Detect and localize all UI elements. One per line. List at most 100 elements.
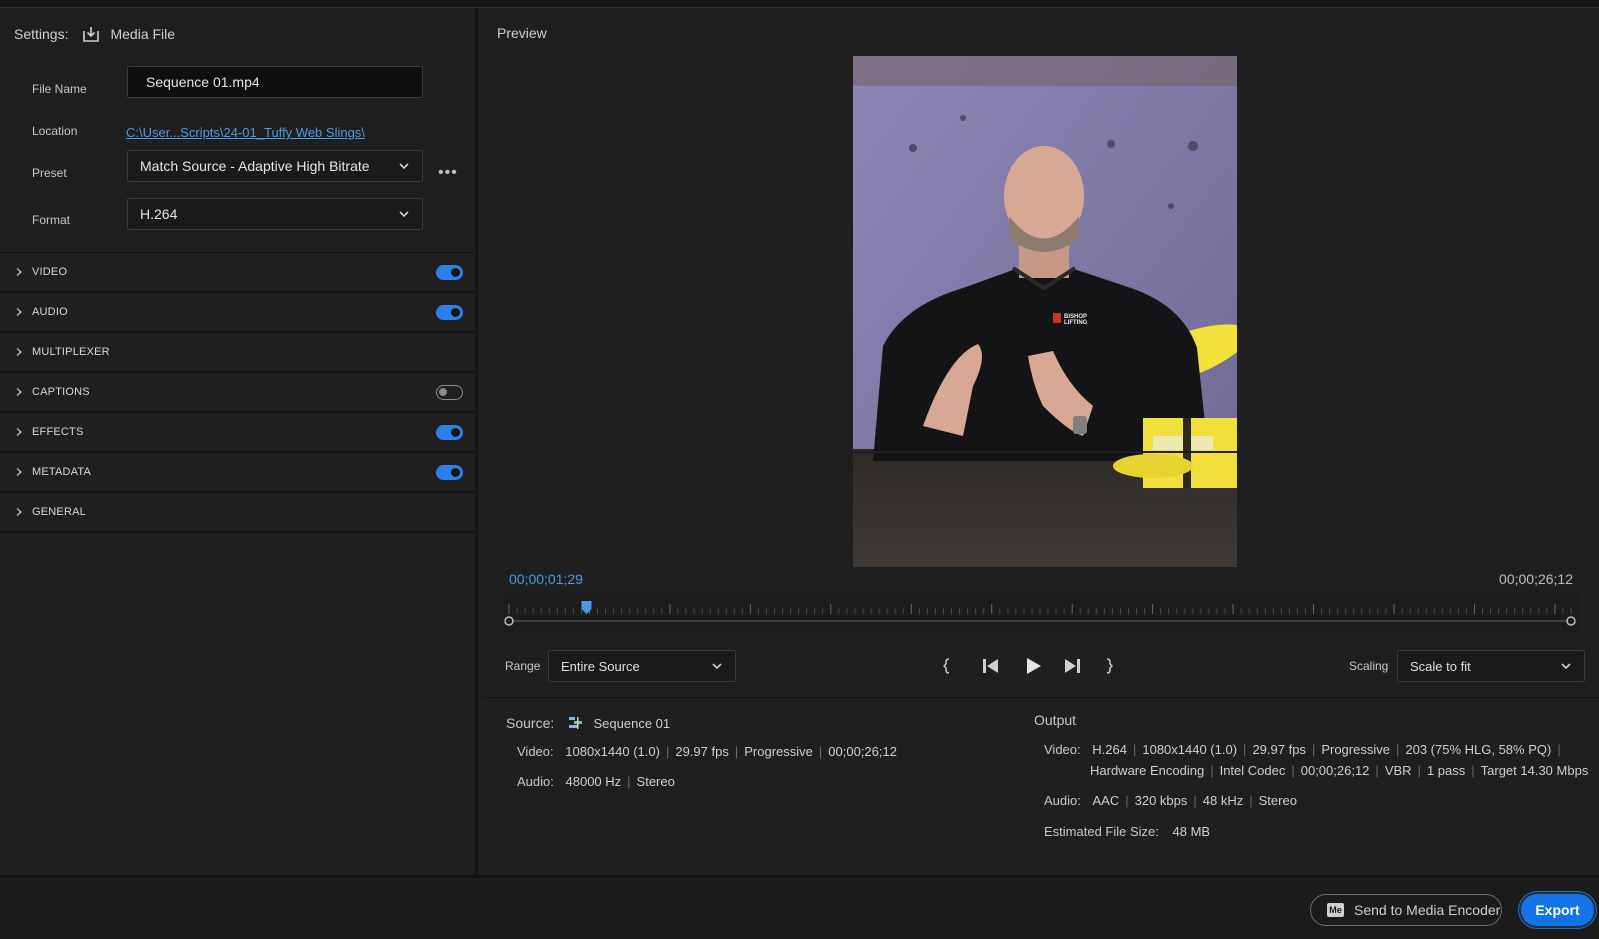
file-name-input[interactable]: Sequence 01.mp4: [127, 66, 423, 98]
transport-controls: [943, 654, 1143, 678]
footer-bar: Me Send to Media Encoder Export: [0, 875, 1599, 939]
section-audio-label: AUDIO: [32, 306, 68, 318]
source-video-duration: 00;00;26;12: [828, 744, 897, 759]
source-audio-channels: Stereo: [636, 774, 675, 789]
preset-value: Match Source - Adaptive High Bitrate: [140, 158, 370, 174]
preset-label: Preset: [32, 166, 67, 180]
output-video-label: Video:: [1044, 742, 1081, 757]
section-effects-label: EFFECTS: [32, 426, 84, 438]
chevron-down-icon: [1561, 663, 1571, 670]
preview-video-frame: BISHOP LIFTING: [853, 56, 1237, 567]
estimated-size-label: Estimated File Size:: [1044, 824, 1159, 839]
section-effects[interactable]: EFFECTS: [0, 413, 475, 453]
output-video-bitrate-mode: VBR: [1384, 763, 1412, 778]
output-audio-info: Audio: AAC | 320 kbps | 48 kHz | Stereo: [1044, 793, 1297, 808]
sequence-icon: [568, 717, 582, 729]
metadata-toggle[interactable]: [436, 465, 463, 480]
output-label: Output: [1034, 712, 1077, 728]
output-video-duration: 00;00;26;12: [1300, 763, 1370, 778]
export-button[interactable]: Export: [1521, 894, 1594, 926]
settings-header: Settings: Media File: [14, 25, 175, 43]
format-value: H.264: [140, 206, 178, 222]
step-back-icon[interactable]: [983, 659, 998, 673]
out-point-handle[interactable]: [1566, 616, 1576, 626]
scaling-dropdown[interactable]: Scale to fit: [1397, 650, 1585, 682]
section-metadata[interactable]: METADATA: [0, 453, 475, 493]
chevron-right-icon: [16, 267, 23, 277]
current-timecode[interactable]: 00;00;01;29: [509, 571, 583, 587]
source-summary: Source: Sequence 01: [506, 715, 670, 731]
preview-title: Preview: [497, 25, 547, 41]
mark-in-icon[interactable]: [943, 658, 950, 674]
captions-toggle[interactable]: [436, 385, 463, 400]
section-metadata-label: METADATA: [32, 466, 92, 478]
chevron-right-icon: [16, 467, 23, 477]
file-name-label: File Name: [32, 82, 87, 96]
output-video-fps: 29.97 fps: [1252, 742, 1306, 757]
chevron-right-icon: [16, 427, 23, 437]
section-video[interactable]: VIDEO: [0, 253, 475, 293]
output-audio-bitrate: 320 kbps: [1134, 793, 1188, 808]
source-video-fps: 29.97 fps: [675, 744, 729, 759]
export-file-icon[interactable]: [82, 25, 100, 43]
timeline-track: [503, 593, 1579, 633]
output-audio-label: Audio:: [1044, 793, 1081, 808]
send-to-media-encoder-label: Send to Media Encoder: [1354, 902, 1501, 918]
preset-dropdown[interactable]: Match Source - Adaptive High Bitrate: [127, 150, 423, 182]
location-link[interactable]: C:\User...Scripts\24-01_Tuffy Web Slings…: [126, 125, 365, 140]
source-video-info: Video: 1080x1440 (1.0) | 29.97 fps | Progres…: [517, 744, 897, 759]
mark-out-icon[interactable]: [1106, 658, 1114, 674]
source-audio-label: Audio:: [517, 774, 554, 789]
section-general[interactable]: GENERAL: [0, 493, 475, 533]
audio-toggle[interactable]: [436, 305, 463, 320]
format-label: Format: [32, 213, 71, 227]
export-label: Export: [1535, 902, 1580, 918]
chevron-down-icon: [399, 211, 409, 218]
scaling-value: Scale to fit: [1410, 658, 1471, 674]
output-audio-channels: Stereo: [1258, 793, 1297, 808]
section-multiplexer-label: MULTIPLEXER: [32, 346, 110, 358]
section-general-label: GENERAL: [32, 506, 86, 518]
preview-panel: Preview BISHOP LIFTING 00;00;01;29 00;00…: [481, 8, 1599, 875]
output-video-info-2: Hardware Encoding | Intel Codec | 00;00;26;1…: [1090, 763, 1589, 778]
output-video-scan: Progressive: [1321, 742, 1390, 757]
chevron-down-icon: [712, 663, 722, 670]
media-file-label[interactable]: Media File: [110, 26, 175, 42]
section-multiplexer[interactable]: MULTIPLEXER: [0, 333, 475, 373]
duration-timecode: 00;00;26;12: [1499, 571, 1573, 587]
chevron-right-icon: [16, 347, 23, 357]
output-video-codec: H.264: [1092, 742, 1127, 757]
section-captions[interactable]: CAPTIONS: [0, 373, 475, 413]
play-icon[interactable]: [1027, 658, 1041, 674]
range-dropdown[interactable]: Entire Source: [548, 650, 736, 682]
format-dropdown[interactable]: H.264: [127, 198, 423, 230]
output-video-target: Target 14.30 Mbps: [1480, 763, 1589, 778]
location-label: Location: [32, 124, 78, 138]
video-toggle[interactable]: [436, 265, 463, 280]
output-video-resolution: 1080x1440 (1.0): [1142, 742, 1238, 757]
effects-toggle[interactable]: [436, 425, 463, 440]
estimated-size-info: Estimated File Size: 48 MB: [1044, 824, 1210, 839]
title-strip: [0, 0, 1599, 8]
settings-panel: Settings: Media File File Name Sequence …: [0, 8, 478, 875]
section-captions-label: CAPTIONS: [32, 386, 90, 398]
media-encoder-icon: Me: [1327, 903, 1344, 917]
in-point-handle[interactable]: [504, 616, 514, 626]
scaling-label: Scaling: [1349, 659, 1389, 673]
section-video-label: VIDEO: [32, 266, 68, 278]
chevron-right-icon: [16, 307, 23, 317]
settings-label: Settings:: [14, 26, 69, 42]
send-to-media-encoder-button[interactable]: Me Send to Media Encoder: [1310, 894, 1502, 926]
output-audio-rate: 48 kHz: [1202, 793, 1244, 808]
chevron-down-icon: [399, 163, 409, 170]
timeline-scrubber[interactable]: [503, 593, 1579, 633]
output-video-passes: 1 pass: [1426, 763, 1466, 778]
output-video-info: Video: H.264 | 1080x1440 (1.0) | 29.97 fps | P…: [1044, 742, 1561, 757]
source-audio-rate: 48000 Hz: [565, 774, 622, 789]
range-value: Entire Source: [561, 658, 640, 674]
range-label: Range: [505, 659, 541, 673]
output-video-hdr: 203 (75% HLG, 58% PQ): [1405, 742, 1552, 757]
step-forward-icon[interactable]: [1065, 659, 1080, 673]
section-audio[interactable]: AUDIO: [0, 293, 475, 333]
preset-more-button[interactable]: •••: [438, 164, 458, 182]
